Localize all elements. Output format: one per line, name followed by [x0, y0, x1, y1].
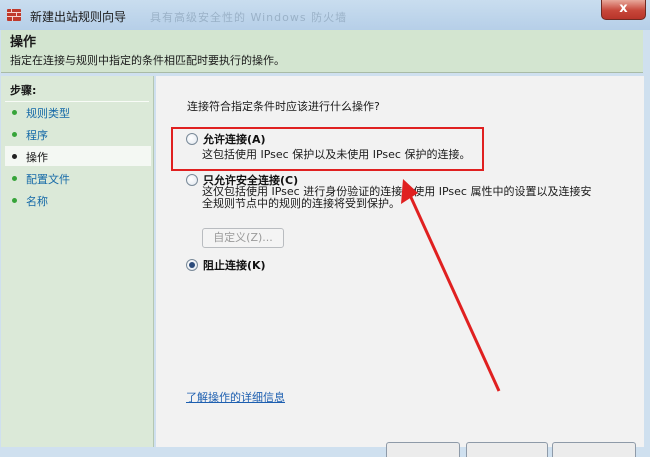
annotation-arrow-head [401, 179, 418, 204]
annotation-arrow [401, 179, 501, 392]
annotation-arrow-line [407, 192, 501, 392]
